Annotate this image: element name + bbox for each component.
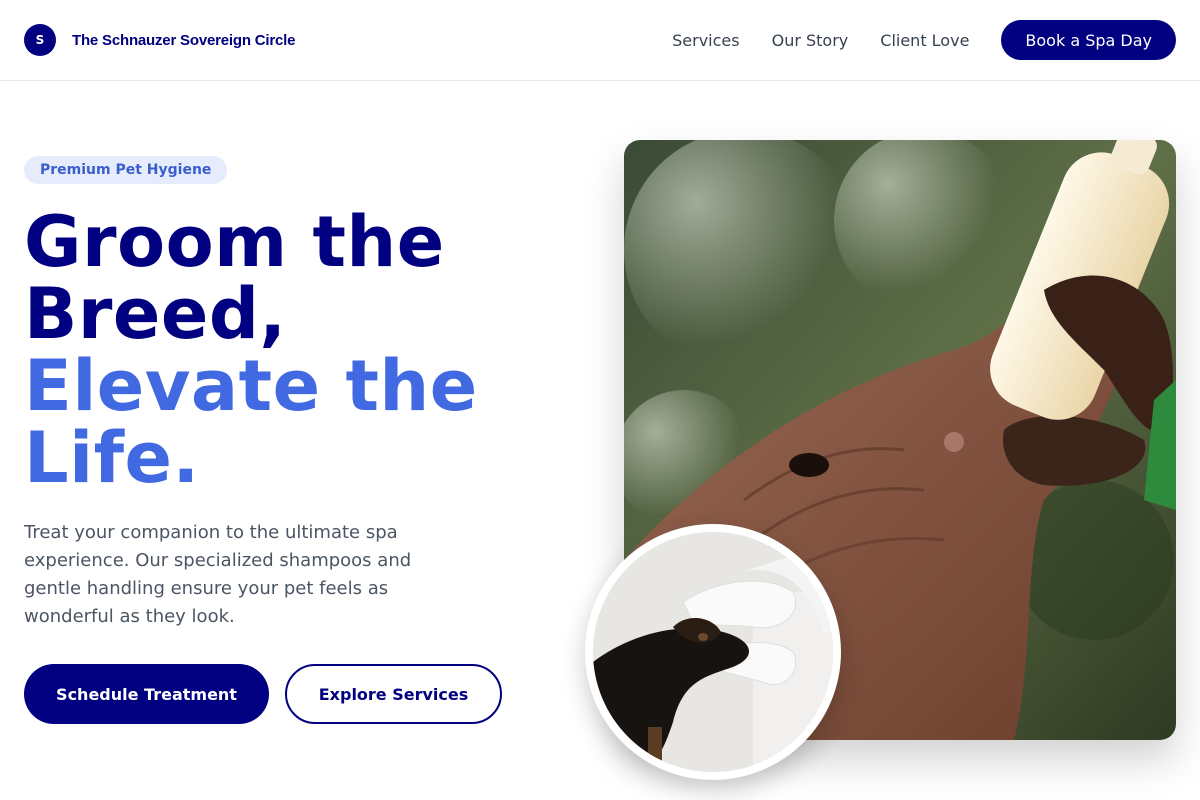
hero-description: Treat your companion to the ultimate spa… bbox=[24, 522, 412, 627]
dachshund-grooming-photo bbox=[593, 532, 833, 772]
hero-badge: Premium Pet Hygiene bbox=[24, 156, 228, 184]
nav-link-our-story[interactable]: Our Story bbox=[772, 31, 849, 50]
hero-headline: Groom the Breed, Elevate the Life. bbox=[24, 206, 584, 494]
logo-icon: S bbox=[24, 24, 56, 56]
explore-services-button[interactable]: Explore Services bbox=[285, 664, 502, 724]
site-header: S The Schnauzer Sovereign Circle Service… bbox=[0, 0, 1200, 81]
hero-inset-image bbox=[585, 524, 841, 780]
main-nav: Services Our Story Client Love Book a Sp… bbox=[672, 20, 1176, 60]
headline-line-4: Life. bbox=[24, 417, 200, 499]
headline-line-2: Breed, bbox=[24, 273, 287, 355]
nav-link-client-love[interactable]: Client Love bbox=[880, 31, 969, 50]
book-spa-day-button[interactable]: Book a Spa Day bbox=[1001, 20, 1176, 60]
nav-link-services[interactable]: Services bbox=[672, 31, 739, 50]
schedule-treatment-button[interactable]: Schedule Treatment bbox=[24, 664, 269, 724]
headline-line-3: Elevate the bbox=[24, 345, 478, 427]
brand-name: The Schnauzer Sovereign Circle bbox=[72, 31, 296, 49]
brand[interactable]: S The Schnauzer Sovereign Circle bbox=[24, 24, 295, 56]
headline-line-1: Groom the bbox=[24, 201, 445, 283]
